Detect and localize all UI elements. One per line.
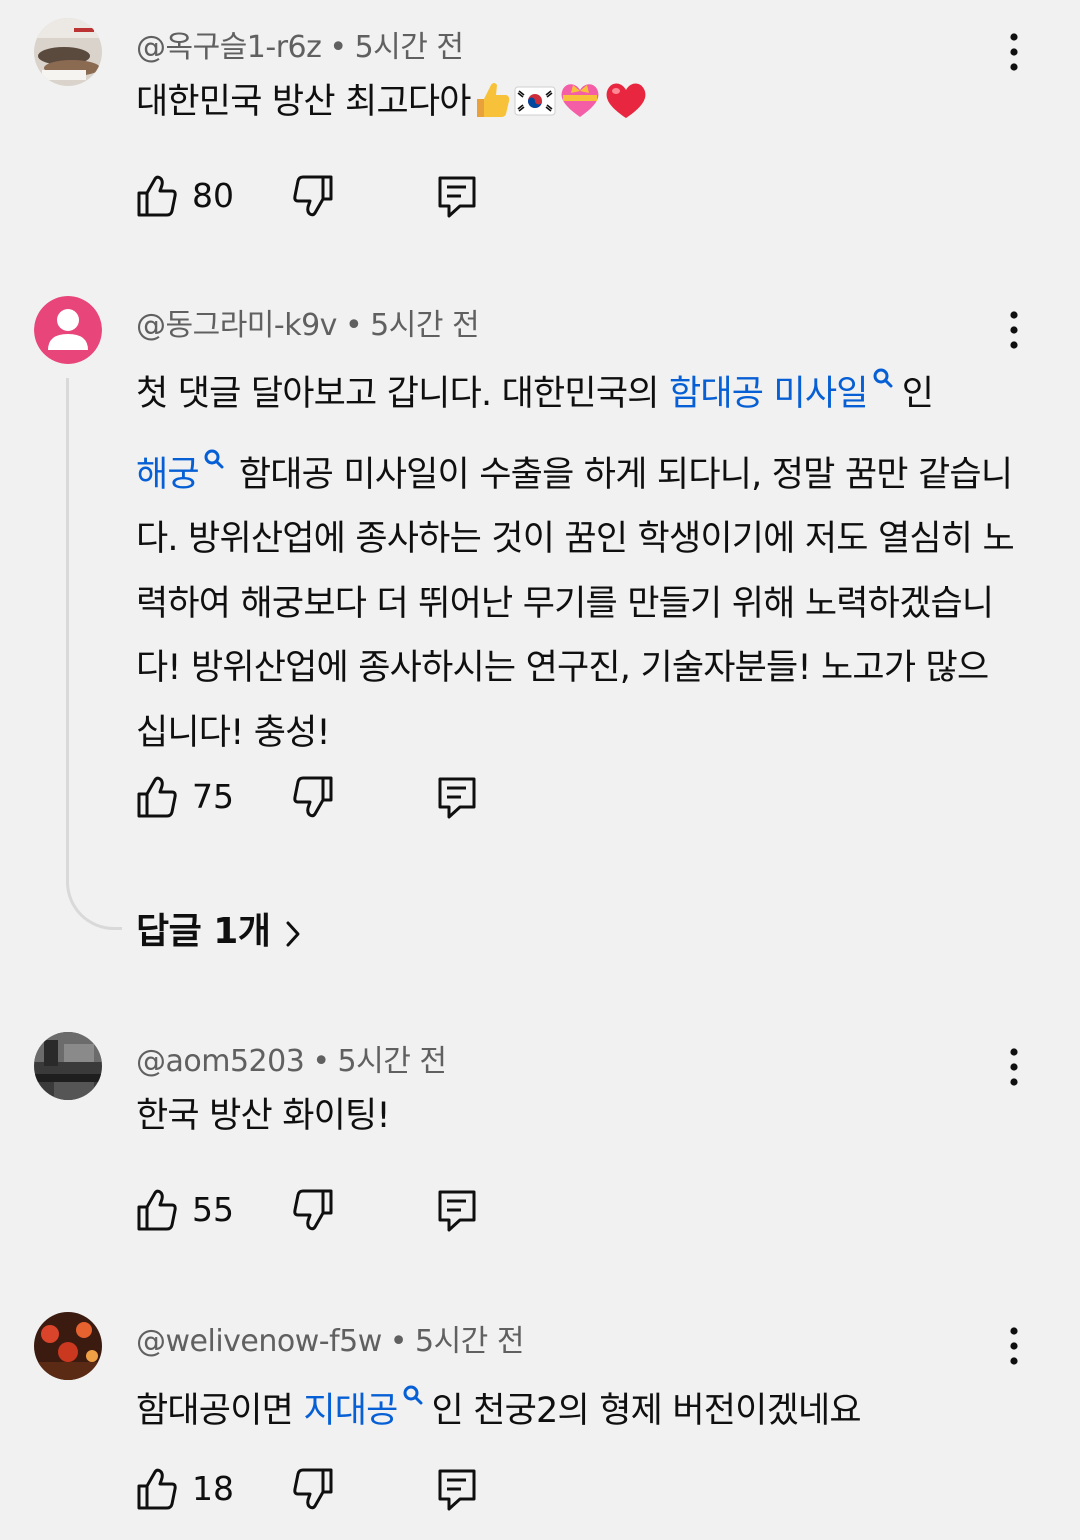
separator-dot: • (344, 308, 363, 343)
search-icon[interactable] (872, 346, 894, 368)
author-name[interactable]: @aom5203 (136, 1044, 305, 1079)
reply-button[interactable] (436, 174, 478, 218)
search-icon[interactable] (402, 1363, 424, 1385)
red-heart-emoji (603, 78, 649, 143)
search-link[interactable]: 지대공 (303, 1391, 398, 1431)
thumbs-down-icon (292, 174, 334, 218)
comment-text: 대한민국 방산 최고다아 (136, 70, 1016, 143)
comment-meta: @welivenow-f5w • 5시간 전 (136, 1316, 524, 1360)
comment-actions: 55 (136, 1188, 496, 1238)
author-name[interactable]: @옥구슬1-r6z (136, 30, 322, 65)
more-options-icon[interactable] (1002, 32, 1026, 72)
thumbs-up-icon (136, 1467, 178, 1511)
comment-meta: @동그라미-k9v • 5시간 전 (136, 300, 480, 344)
comment-text-part: 인 (901, 374, 934, 414)
comment-actions: 75 (136, 775, 496, 825)
like-button[interactable] (136, 1188, 178, 1232)
thumbs-up-icon (136, 174, 178, 218)
timestamp: 5시간 전 (415, 1324, 524, 1359)
separator-dot: • (329, 30, 347, 65)
like-button[interactable] (136, 1467, 178, 1511)
comment-text-part: 함대공이면 (136, 1391, 304, 1431)
comment-text: 함대공이면 지대공 인 천궁2의 형제 버전이겠네요 (136, 1363, 1016, 1444)
reply-button[interactable] (436, 1188, 478, 1232)
thumbs-up-icon (136, 1188, 178, 1232)
dislike-button[interactable] (292, 1188, 334, 1232)
author-name[interactable]: @welivenow-f5w (136, 1324, 382, 1359)
comment-meta: @옥구슬1-r6z • 5시간 전 (136, 22, 464, 66)
more-options-icon[interactable] (1002, 310, 1026, 350)
avatar[interactable] (34, 1312, 102, 1380)
reply-button[interactable] (436, 1467, 478, 1511)
comment-text-plain: 한국 방산 화이팅! (136, 1096, 390, 1136)
timestamp: 5시간 전 (354, 30, 464, 65)
avatar[interactable] (34, 296, 102, 364)
reply-icon (436, 1467, 478, 1511)
thumbs-down-icon (292, 775, 334, 819)
more-options-icon[interactable] (1002, 1326, 1026, 1366)
comment-text-part: 첫 댓글 달아보고 갑니다. 대한민국의 (136, 374, 669, 414)
avatar[interactable] (34, 1032, 102, 1100)
thumbs-up-icon (136, 775, 178, 819)
replies-label: 답글 1개 (136, 911, 271, 952)
comment-text-plain: 대한민국 방산 최고다아 (136, 82, 471, 122)
like-count: 18 (192, 1469, 234, 1508)
view-replies-button[interactable]: 답글 1개 (136, 904, 302, 960)
like-button[interactable] (136, 775, 178, 819)
like-count: 80 (192, 176, 234, 215)
timestamp: 5시간 전 (370, 308, 480, 343)
timestamp: 5시간 전 (337, 1044, 447, 1079)
author-name[interactable]: @동그라미-k9v (136, 308, 337, 343)
avatar[interactable] (34, 18, 102, 86)
comment-meta: @aom5203 • 5시간 전 (136, 1036, 447, 1080)
like-button[interactable] (136, 174, 178, 218)
heart-with-ribbon-emoji (557, 78, 603, 143)
korea-flag-emoji (513, 78, 557, 143)
separator-dot: • (312, 1044, 330, 1079)
thumbs-up-emoji (471, 78, 513, 143)
comment-text-part: 함대공 미사일이 수출을 하게 되다니, 정말 꿈만 같습니다. 방위산업에 종… (136, 454, 1015, 753)
comment-actions: 80 (136, 174, 496, 224)
comment-text: 첫 댓글 달아보고 갑니다. 대한민국의 함대공 미사일 인해궁 함대공 미사일이 … (136, 346, 1016, 765)
dislike-button[interactable] (292, 174, 334, 218)
search-icon[interactable] (203, 427, 225, 449)
reply-button[interactable] (436, 775, 478, 819)
thread-line (66, 378, 122, 930)
like-count: 55 (192, 1190, 234, 1229)
search-link[interactable]: 함대공 미사일 (669, 374, 869, 414)
dislike-button[interactable] (292, 1467, 334, 1511)
reply-icon (436, 775, 478, 819)
thumbs-down-icon (292, 1467, 334, 1511)
comment-actions: 18 (136, 1467, 496, 1517)
reply-icon (436, 174, 478, 218)
more-options-icon[interactable] (1002, 1047, 1026, 1087)
separator-dot: • (389, 1324, 408, 1359)
reply-icon (436, 1188, 478, 1232)
like-count: 75 (192, 777, 234, 816)
comment-text-part: 인 천궁2의 형제 버전이겠네요 (431, 1391, 862, 1431)
chevron-right-icon (286, 921, 300, 947)
comment-text: 한국 방산 화이팅! (136, 1084, 1016, 1149)
thumbs-down-icon (292, 1188, 334, 1232)
dislike-button[interactable] (292, 775, 334, 819)
search-link[interactable]: 해궁 (136, 455, 200, 495)
